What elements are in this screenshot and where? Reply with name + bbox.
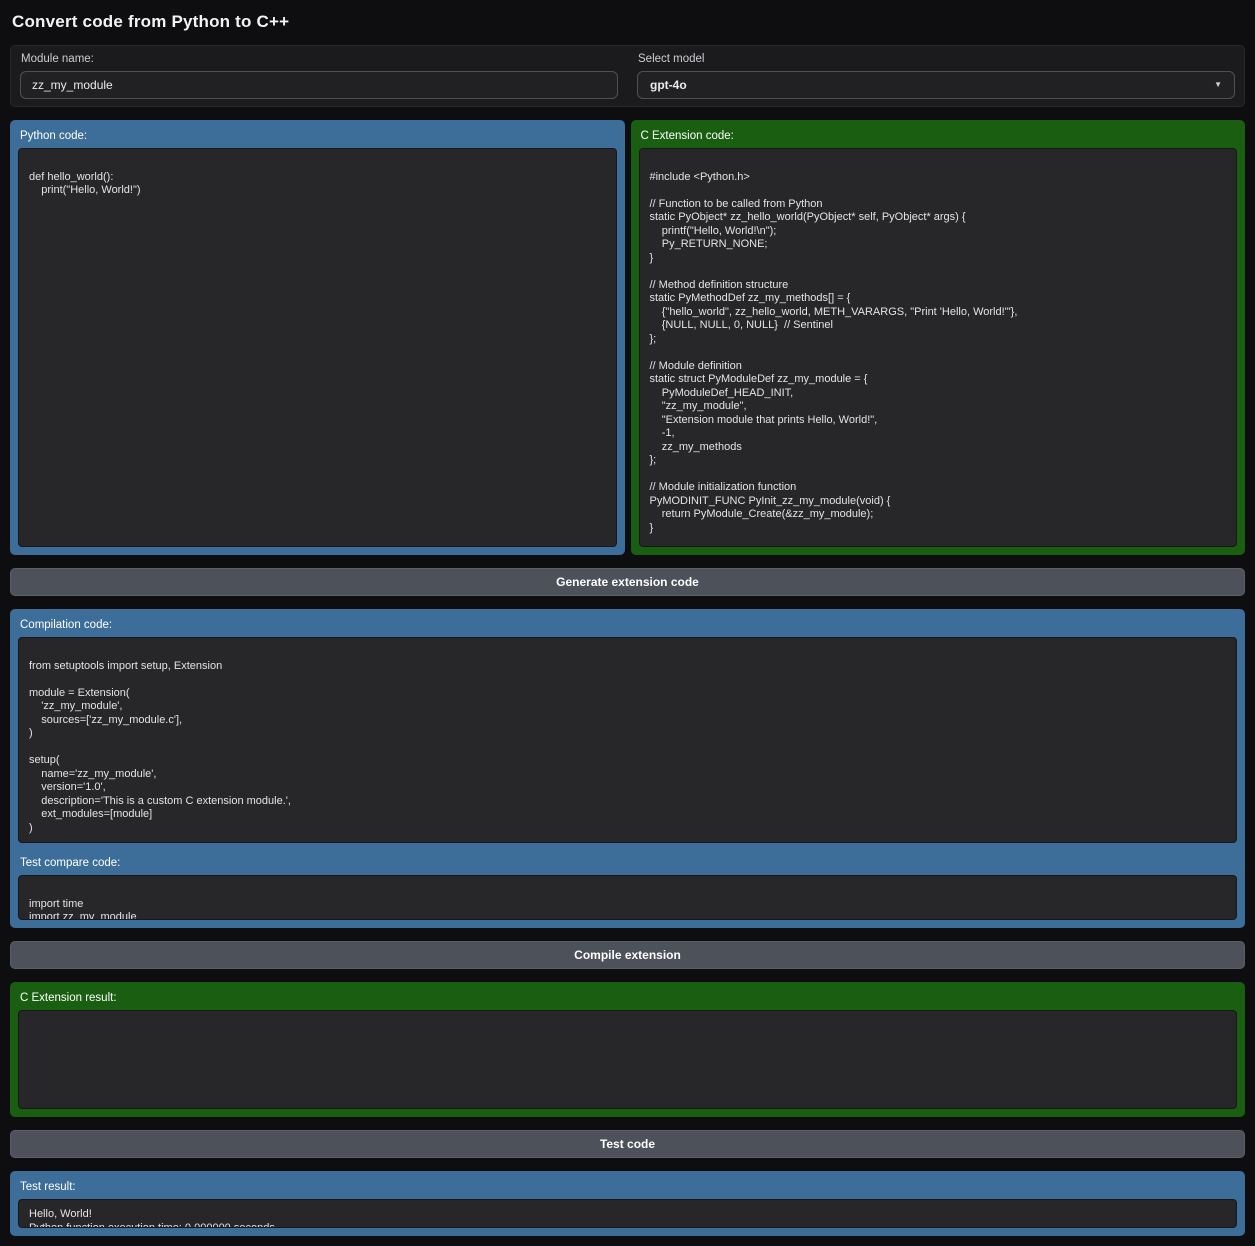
test-result-textarea[interactable]: Hello, World! Python function execution … xyxy=(18,1199,1237,1228)
chevron-down-icon: ▼ xyxy=(1214,81,1222,89)
page-title: Convert code from Python to C++ xyxy=(12,12,1245,32)
c-extension-code-panel: C Extension code: #include <Python.h> //… xyxy=(631,120,1246,555)
module-name-field-group: Module name: xyxy=(20,53,618,99)
c-extension-result-panel: C Extension result: xyxy=(10,982,1245,1117)
model-select-field-group: Select model gpt-4o ▼ xyxy=(637,53,1235,99)
model-select-label: Select model xyxy=(638,53,1235,65)
compile-extension-button[interactable]: Compile extension xyxy=(10,941,1245,969)
generate-extension-code-button[interactable]: Generate extension code xyxy=(10,568,1245,596)
code-row: Python code: def hello_world(): print("H… xyxy=(10,120,1245,555)
model-select-dropdown[interactable]: gpt-4o ▼ xyxy=(637,71,1235,99)
python-code-label: Python code: xyxy=(20,130,617,142)
c-extension-result-textarea[interactable] xyxy=(18,1010,1237,1109)
module-name-input[interactable] xyxy=(20,71,618,99)
compilation-code-textarea[interactable]: from setuptools import setup, Extension … xyxy=(18,637,1237,843)
model-select-value: gpt-4o xyxy=(650,78,687,92)
settings-group: Module name: Select model gpt-4o ▼ xyxy=(10,45,1245,107)
test-compare-code-label: Test compare code: xyxy=(20,857,1237,869)
c-extension-code-textarea[interactable]: #include <Python.h> // Function to be ca… xyxy=(639,148,1238,547)
c-extension-code-label: C Extension code: xyxy=(641,130,1238,142)
test-code-button[interactable]: Test code xyxy=(10,1130,1245,1158)
python-code-panel: Python code: def hello_world(): print("H… xyxy=(10,120,625,555)
python-code-textarea[interactable]: def hello_world(): print("Hello, World!"… xyxy=(18,148,617,547)
module-name-label: Module name: xyxy=(21,53,618,65)
app-page: Convert code from Python to C++ Module n… xyxy=(0,0,1255,1246)
test-compare-code-group: Test compare code: import time import zz… xyxy=(18,855,1237,920)
compilation-code-label: Compilation code: xyxy=(20,619,1237,631)
compilation-code-group: Compilation code: from setuptools import… xyxy=(18,617,1237,843)
test-result-panel: Test result: Hello, World! Python functi… xyxy=(10,1171,1245,1236)
test-compare-code-textarea[interactable]: import time import zz_my_module def pyth… xyxy=(18,875,1237,920)
c-extension-result-label: C Extension result: xyxy=(20,992,1237,1004)
test-result-label: Test result: xyxy=(20,1181,1237,1193)
compile-row-panel: Compilation code: from setuptools import… xyxy=(10,609,1245,928)
